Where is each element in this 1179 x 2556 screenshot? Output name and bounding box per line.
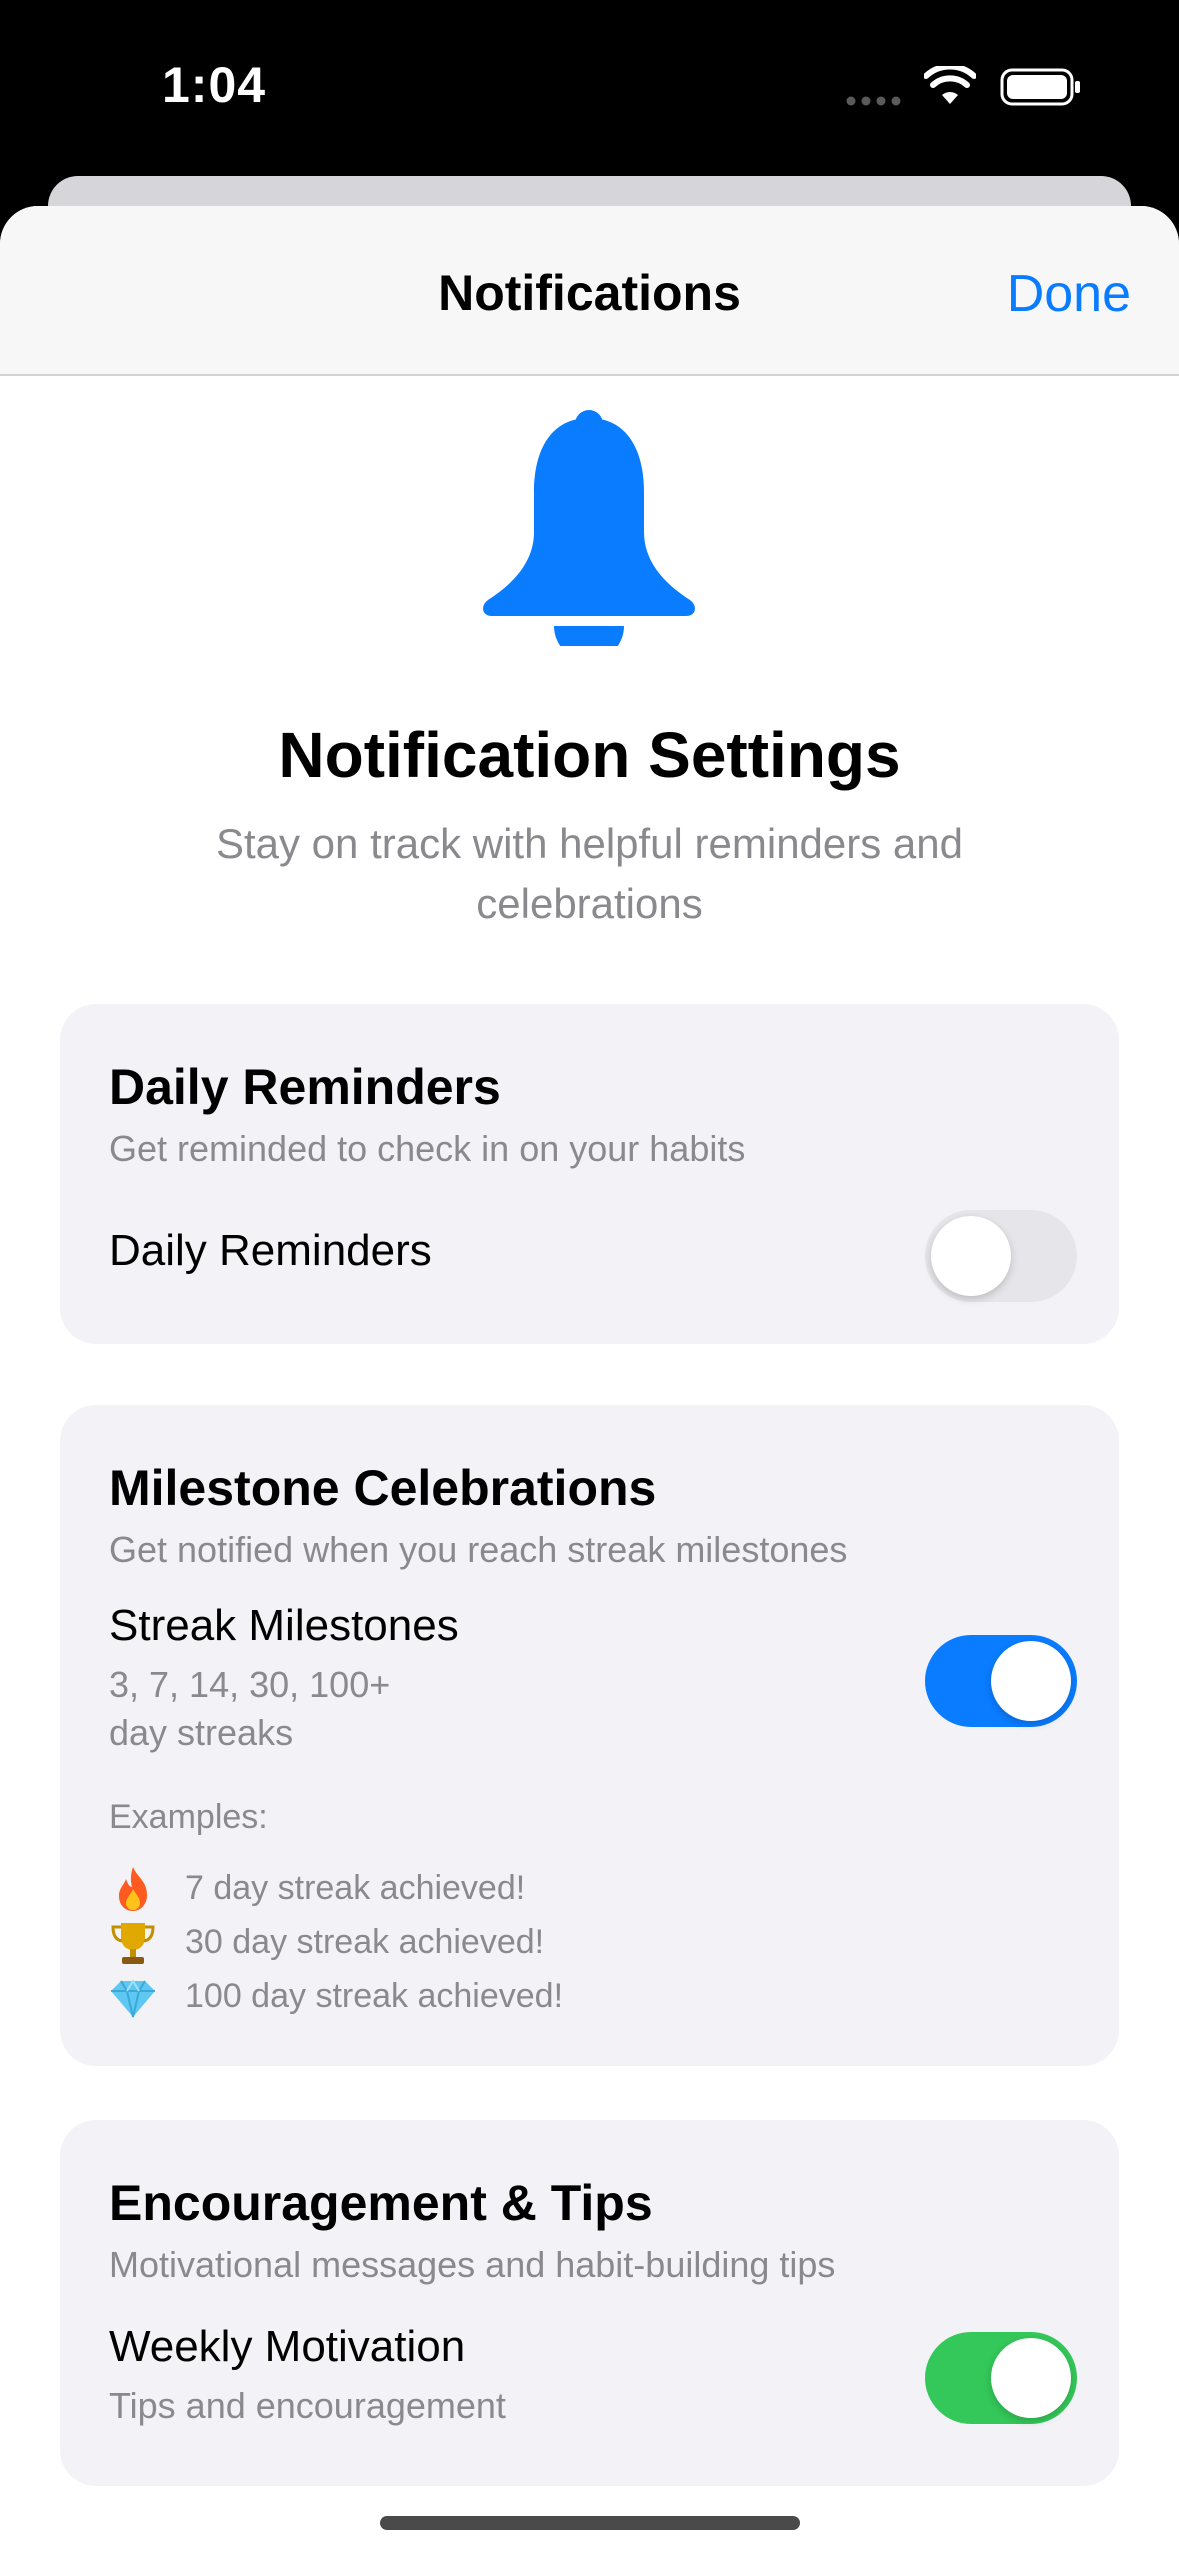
trophy-icon xyxy=(111,1923,155,1964)
bell-icon xyxy=(483,410,695,646)
encouragement-tips-description: Motivational messages and habit-building… xyxy=(109,2244,836,2285)
streak-milestones-label: Streak Milestones xyxy=(109,1601,459,1650)
example-text: 7 day streak achieved! xyxy=(185,1869,526,1907)
daily-reminders-toggle[interactable] xyxy=(925,1210,1077,1302)
milestone-celebrations-description: Get notified when you reach streak miles… xyxy=(109,1529,848,1570)
weekly-motivation-sub: Tips and encouragement xyxy=(109,2385,506,2426)
encouragement-tips-card: Encouragement & Tips Motivational messag… xyxy=(60,2120,1119,2486)
daily-reminders-title: Daily Reminders xyxy=(109,1059,501,1115)
toggle-knob xyxy=(931,1216,1011,1296)
nav-title: Notifications xyxy=(438,265,741,321)
example-text: 100 day streak achieved! xyxy=(185,1977,564,2015)
status-bar: 1:04 xyxy=(0,0,1179,176)
daily-reminders-description: Get reminded to check in on your habits xyxy=(109,1128,746,1169)
notifications-sheet: Notifications Done Notification Settings… xyxy=(0,206,1179,2556)
battery-icon xyxy=(1000,68,1080,106)
toggle-knob xyxy=(991,1641,1071,1721)
milestone-celebrations-title: Milestone Celebrations xyxy=(109,1460,657,1516)
streak-milestones-toggle[interactable] xyxy=(925,1635,1077,1727)
encouragement-tips-title: Encouragement & Tips xyxy=(109,2175,653,2231)
weekly-motivation-label: Weekly Motivation xyxy=(109,2322,466,2371)
hero-subtitle: Stay on track with helpful reminders and… xyxy=(215,820,964,927)
fire-icon xyxy=(119,1867,147,1911)
weekly-motivation-toggle[interactable] xyxy=(925,2332,1077,2424)
done-button[interactable]: Done xyxy=(1007,264,1131,324)
streak-milestones-sub-line2: day streaks xyxy=(109,1712,294,1753)
cellular-signal-icon xyxy=(846,96,901,106)
daily-reminders-label: Daily Reminders xyxy=(109,1226,432,1275)
wifi-icon xyxy=(924,66,976,104)
milestone-celebrations-card: Milestone Celebrations Get notified when… xyxy=(60,1405,1119,2066)
home-indicator[interactable] xyxy=(380,2516,800,2530)
daily-reminders-card: Daily Reminders Get reminded to check in… xyxy=(60,1004,1119,1344)
streak-milestones-sub-line1: 3, 7, 14, 30, 100+ xyxy=(109,1664,391,1705)
toggle-knob xyxy=(991,2338,1071,2418)
examples-label: Examples: xyxy=(109,1798,268,1836)
example-text: 30 day streak achieved! xyxy=(185,1923,545,1961)
navigation-bar: Notifications Done xyxy=(0,206,1179,376)
status-time: 1:04 xyxy=(162,57,267,113)
hero-title: Notification Settings xyxy=(278,719,901,791)
diamond-icon xyxy=(111,1979,155,2018)
